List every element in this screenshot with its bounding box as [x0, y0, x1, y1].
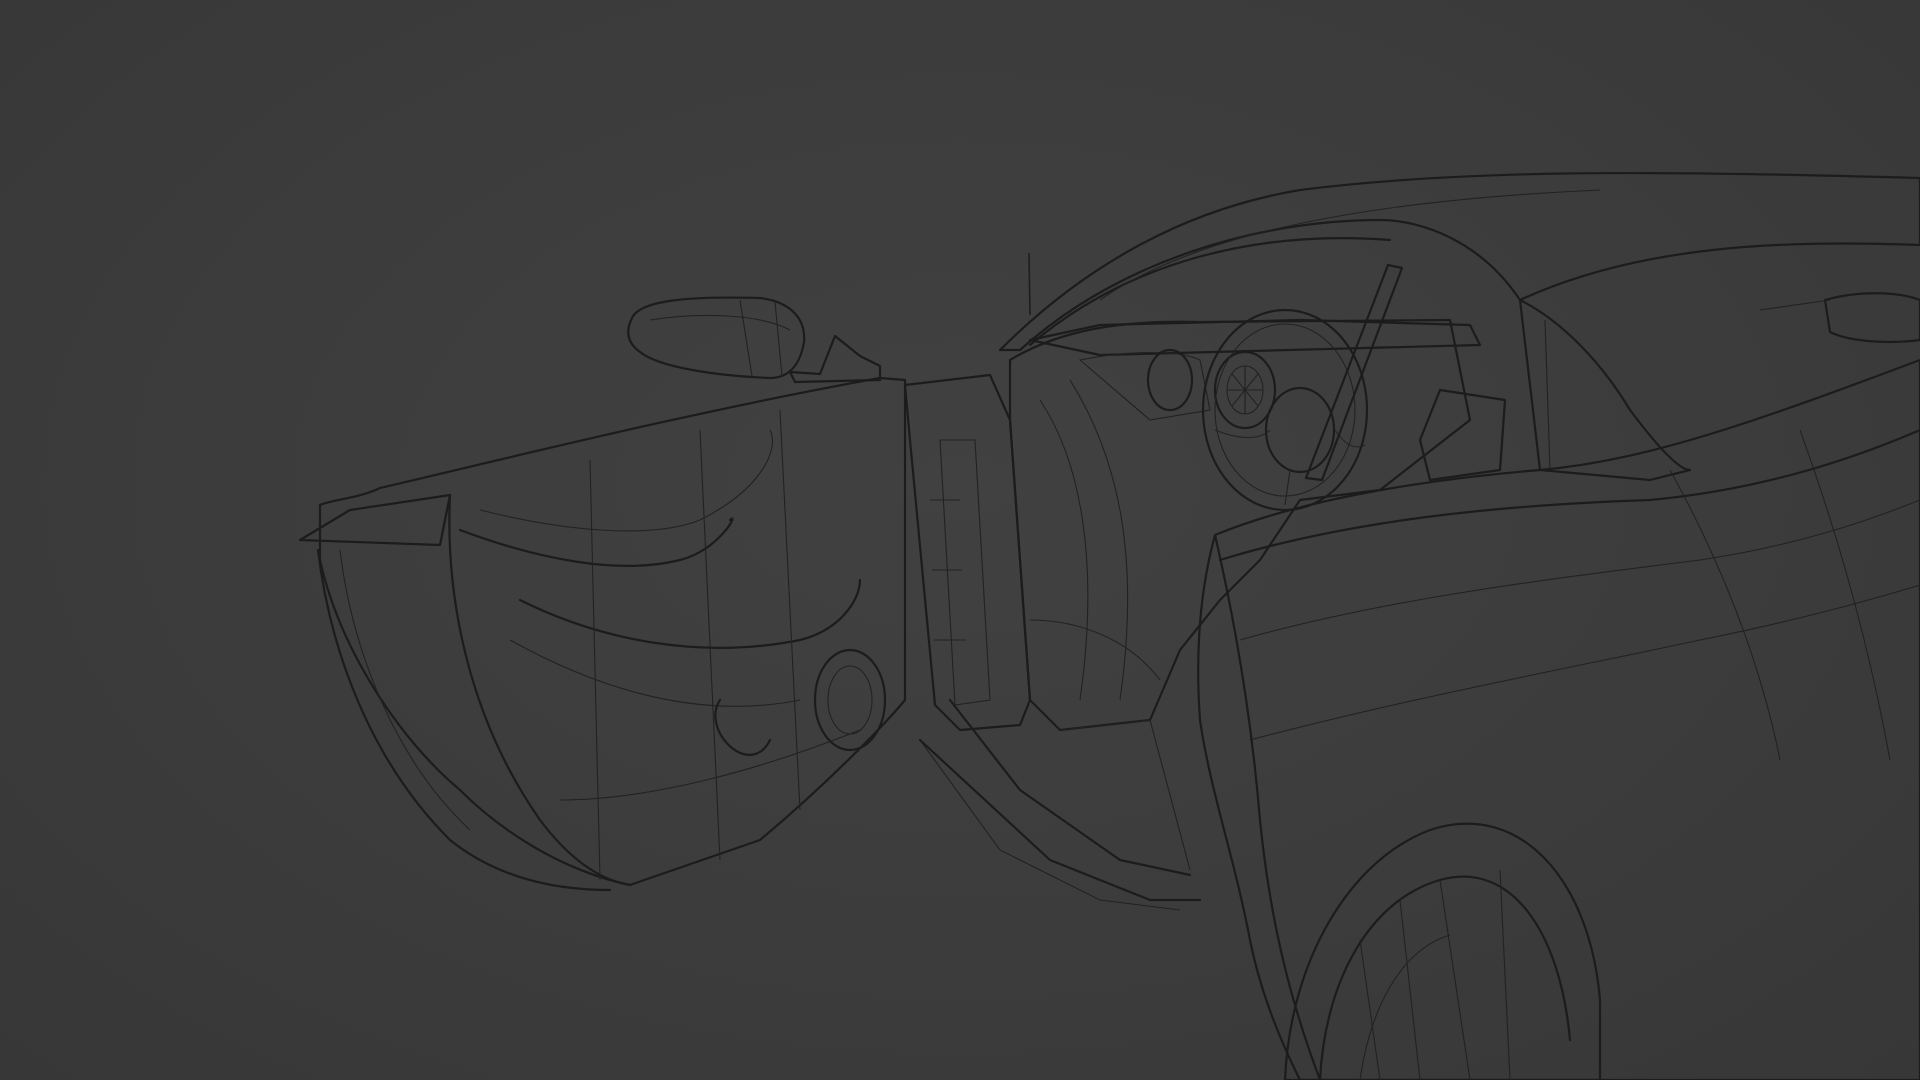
steering-wheel[interactable]: [1201, 308, 1369, 512]
door-speaker: [813, 648, 887, 752]
side-mirror[interactable]: [627, 296, 882, 384]
driver-seat: [1418, 388, 1507, 482]
front-wheel: [1283, 822, 1602, 1080]
wireframe-scene[interactable]: [0, 0, 1920, 1080]
a-pillar: [1304, 263, 1404, 482]
cabin-interior: [919, 318, 1472, 911]
far-side-mirror: [1759, 292, 1920, 344]
antenna: [1028, 252, 1031, 316]
side-sill: [918, 738, 1202, 902]
3d-viewport[interactable]: [0, 0, 1920, 1080]
rear-window: [1518, 298, 1692, 482]
open-door[interactable]: [298, 376, 907, 892]
dashboard: [1028, 318, 1482, 430]
gauge-cluster: [1146, 348, 1277, 430]
